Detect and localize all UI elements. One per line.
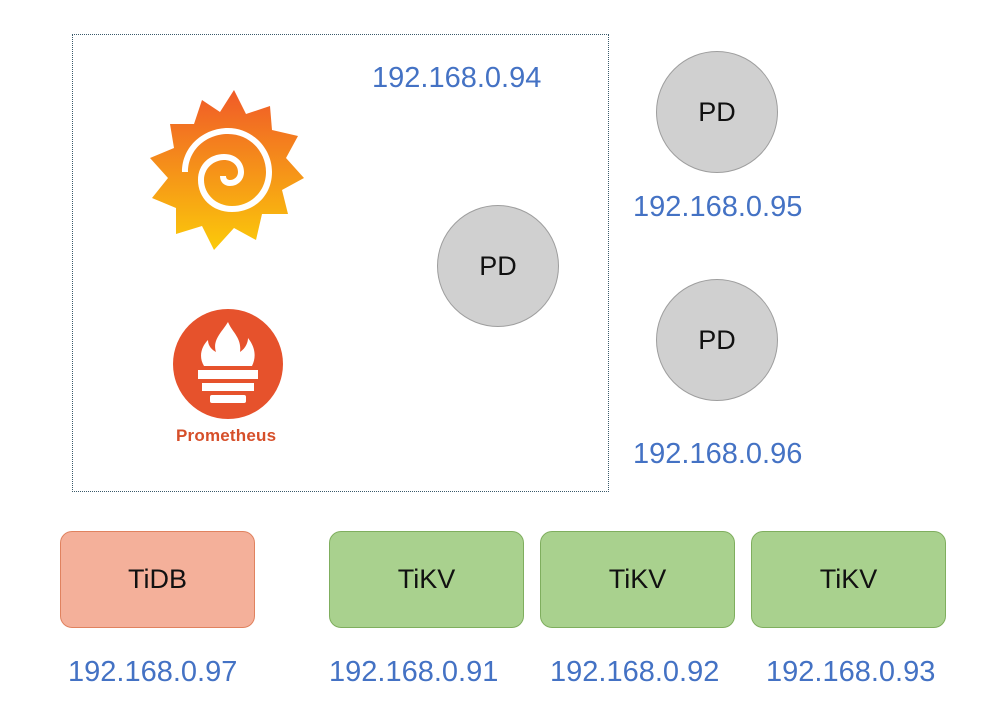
pd-label: PD (479, 250, 517, 281)
pd-label: PD (698, 324, 736, 355)
tikv-node-92: TiKV (540, 531, 735, 628)
tikv-label: TiKV (819, 564, 878, 594)
tikv-node-93-ip: 192.168.0.93 (766, 656, 936, 688)
grafana-icon (150, 90, 304, 250)
tikv-node-92-ip: 192.168.0.92 (550, 656, 720, 688)
pd-node-95-ip: 192.168.0.95 (633, 191, 803, 223)
tikv-label: TiKV (608, 564, 667, 594)
tidb-node: TiDB (60, 531, 255, 628)
prometheus-label: Prometheus (176, 426, 277, 445)
monitor-host-ip: 192.168.0.94 (372, 62, 542, 94)
tikv-node-91: TiKV (329, 531, 524, 628)
pd-node-96-ip: 192.168.0.96 (633, 438, 803, 470)
tidb-label: TiDB (128, 564, 187, 594)
pd-node-95: PD (656, 51, 778, 173)
pd-node-monitor-host: PD (437, 205, 559, 327)
tikv-node-91-ip: 192.168.0.91 (329, 656, 499, 688)
tidb-node-ip: 192.168.0.97 (68, 656, 238, 688)
prometheus-icon (173, 309, 283, 419)
pd-label: PD (698, 96, 736, 127)
tikv-label: TiKV (397, 564, 456, 594)
pd-node-96: PD (656, 279, 778, 401)
tikv-node-93: TiKV (751, 531, 946, 628)
